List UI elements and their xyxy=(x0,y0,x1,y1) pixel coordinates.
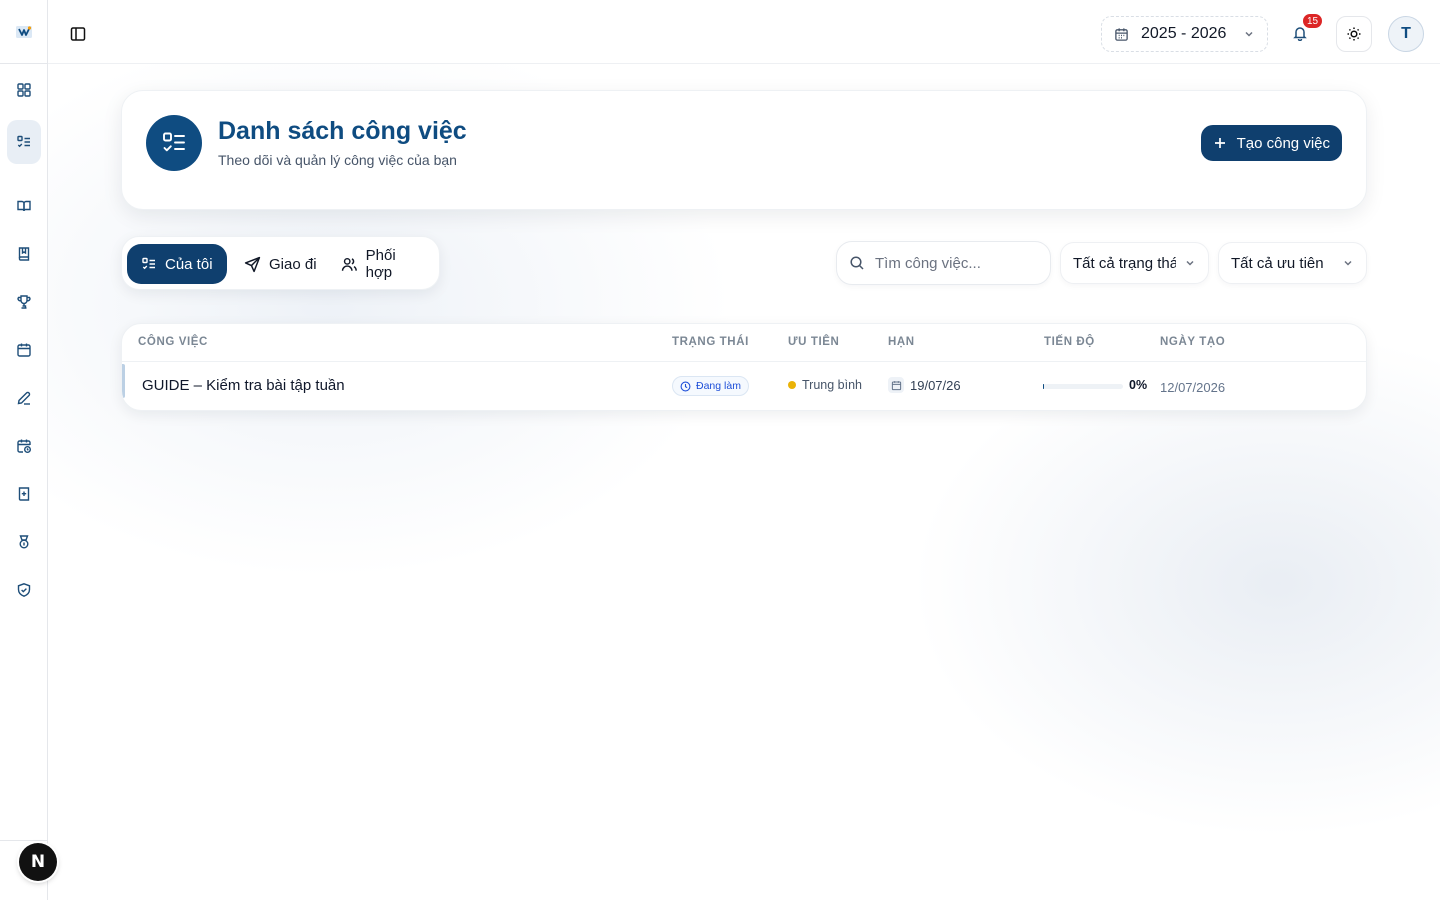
send-icon xyxy=(244,256,261,272)
sidebar-item-schedule[interactable] xyxy=(7,424,41,468)
priority-filter-select[interactable]: Tất cả ưu tiên xyxy=(1218,242,1367,284)
sidebar-item-calendar[interactable] xyxy=(7,328,41,372)
task-table: CÔNG VIỆC TRẠNG THÁI ƯU TIÊN HẠN TIẾN ĐỘ… xyxy=(121,323,1367,411)
sidebar-item-gradebook[interactable] xyxy=(7,472,41,516)
page-title: Danh sách công việc xyxy=(218,117,467,145)
status-badge-label: Đang làm xyxy=(696,380,741,392)
status-badge: Đang làm xyxy=(672,376,749,396)
row-accent-bar xyxy=(122,364,125,398)
create-task-label: Tạo công việc xyxy=(1236,134,1330,152)
sidebar xyxy=(0,0,48,900)
sidebar-item-library[interactable] xyxy=(7,232,41,276)
list-checks-icon xyxy=(163,132,185,152)
list-checks-icon xyxy=(142,257,155,270)
book-open-icon xyxy=(17,200,31,212)
search-input[interactable] xyxy=(875,254,1035,272)
table-row[interactable]: GUIDE – Kiểm tra bài tập tuần Đang làm T… xyxy=(122,362,1366,410)
page-subtitle: Theo dõi và quản lý công việc của bạn xyxy=(218,152,457,168)
deadline-cell: 19/07/26 xyxy=(888,377,961,393)
table-header: CÔNG VIỆC TRẠNG THÁI ƯU TIÊN HẠN TIẾN ĐỘ… xyxy=(122,324,1366,362)
user-avatar[interactable]: T xyxy=(1388,16,1424,52)
dev-tools-badge[interactable]: N xyxy=(19,843,57,881)
calendar-icon xyxy=(1115,27,1128,41)
create-task-button[interactable]: Tạo công việc xyxy=(1200,125,1342,161)
topbar: 2025 - 2026 15 T xyxy=(48,0,1440,64)
calendar-icon xyxy=(888,377,904,393)
clock-icon xyxy=(680,381,691,391)
calendar-clock-icon xyxy=(17,439,31,453)
panel-left-icon xyxy=(70,27,86,41)
app-logo[interactable] xyxy=(0,0,47,64)
task-search xyxy=(836,241,1051,285)
trophy-icon xyxy=(17,295,31,309)
sidebar-item-courses[interactable] xyxy=(7,184,41,228)
status-filter-value: Tất cả trạng thái xyxy=(1073,254,1176,272)
priority-dot xyxy=(788,381,796,389)
grid-icon xyxy=(17,83,31,97)
theme-toggle-button[interactable] xyxy=(1336,16,1372,52)
plus-icon xyxy=(1214,138,1225,148)
sidebar-item-security[interactable] xyxy=(7,568,41,612)
book-plus-icon xyxy=(18,487,30,501)
users-icon xyxy=(341,257,357,271)
column-header-task[interactable]: CÔNG VIỆC xyxy=(138,336,208,348)
column-header-created[interactable]: NGÀY TẠO xyxy=(1160,336,1225,348)
deadline-value: 19/07/26 xyxy=(910,377,961,393)
priority-filter-value: Tất cả ưu tiên xyxy=(1231,254,1324,272)
chevron-down-icon xyxy=(1342,257,1354,269)
pen-icon xyxy=(17,391,31,405)
school-year-value: 2025 - 2026 xyxy=(1141,25,1227,42)
progress-value: 0% xyxy=(1129,378,1148,392)
chevron-down-icon xyxy=(1184,257,1196,269)
tab-mine[interactable]: Của tôi xyxy=(127,244,227,284)
book-icon xyxy=(18,247,30,261)
list-checks-icon xyxy=(17,135,30,148)
sidebar-toggle-button[interactable] xyxy=(68,24,88,44)
page-header-icon xyxy=(146,115,202,171)
column-header-deadline[interactable]: HẠN xyxy=(888,336,915,348)
column-header-priority[interactable]: ƯU TIÊN xyxy=(788,336,839,348)
sidebar-item-tasks[interactable] xyxy=(7,120,41,164)
notification-count-badge: 15 xyxy=(1302,13,1324,29)
school-year-select[interactable]: 2025 - 2026 xyxy=(1101,16,1268,52)
sun-icon xyxy=(1347,27,1361,41)
column-header-progress[interactable]: TIẾN ĐỘ xyxy=(1044,336,1095,348)
tab-label: Của tôi xyxy=(165,255,213,273)
medal-icon xyxy=(19,535,29,549)
task-title[interactable]: GUIDE – Kiểm tra bài tập tuần xyxy=(142,377,345,394)
status-filter-select[interactable]: Tất cả trạng thái xyxy=(1060,242,1209,284)
priority-label: Trung bình xyxy=(802,378,862,392)
chevron-down-icon xyxy=(1243,28,1255,40)
progress-bar xyxy=(1043,384,1123,389)
progress-bar-fill xyxy=(1043,384,1044,389)
tab-collaborating[interactable]: Phối hợp xyxy=(327,244,439,284)
sidebar-item-assignments[interactable] xyxy=(7,376,41,420)
priority-indicator: Trung bình xyxy=(788,378,862,392)
task-scope-tabs: Của tôi Giao đi Phối hợp xyxy=(121,236,440,290)
calendar-icon xyxy=(17,343,31,357)
page-header-card: Danh sách công việc Theo dõi và quản lý … xyxy=(121,90,1367,210)
sidebar-item-awards[interactable] xyxy=(7,520,41,564)
search-icon xyxy=(850,256,864,270)
column-header-status[interactable]: TRẠNG THÁI xyxy=(672,336,749,348)
tab-label: Giao đi xyxy=(269,255,317,273)
shield-check-icon xyxy=(17,583,31,597)
tab-label: Phối hợp xyxy=(365,247,396,281)
logo-icon xyxy=(15,25,32,38)
sidebar-item-dashboard[interactable] xyxy=(7,68,41,112)
created-date: 12/07/2026 xyxy=(1160,380,1226,395)
sidebar-item-achievements[interactable] xyxy=(7,280,41,324)
tab-assigned[interactable]: Giao đi xyxy=(230,244,331,284)
